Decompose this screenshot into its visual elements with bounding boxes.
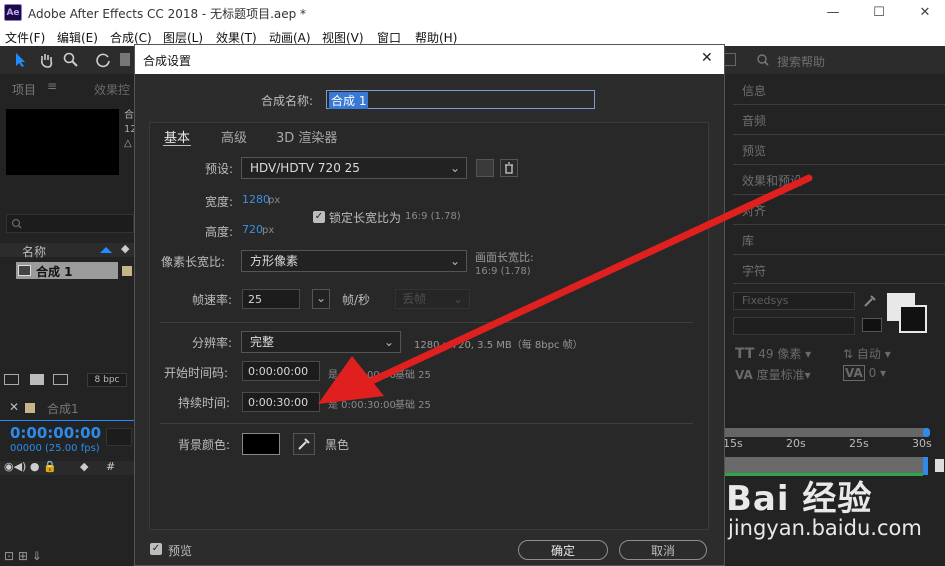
watermark-url: jingyan.baidu.com xyxy=(728,516,922,540)
watermark-logo: Bai 经验 xyxy=(726,479,873,519)
